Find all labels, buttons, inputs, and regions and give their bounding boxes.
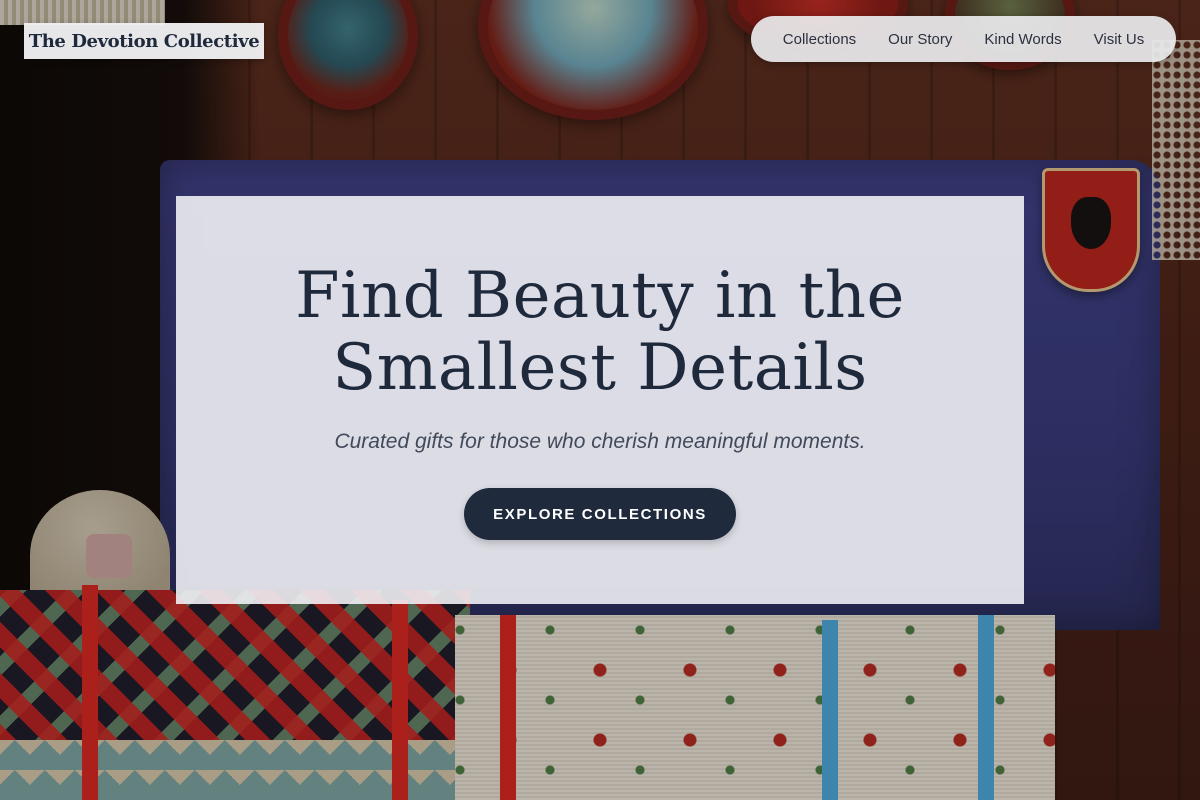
brand-logo[interactable]: The Devotion Collective xyxy=(24,23,264,59)
main-navigation: Collections Our Story Kind Words Visit U… xyxy=(751,16,1176,62)
nav-link-our-story[interactable]: Our Story xyxy=(888,31,952,48)
hero-title: Find Beauty in the Smallest Details xyxy=(176,260,1024,404)
brand-name: The Devotion Collective xyxy=(28,30,260,52)
hero-title-line-2: Smallest Details xyxy=(332,331,868,405)
nav-link-visit-us[interactable]: Visit Us xyxy=(1094,31,1145,48)
explore-collections-button[interactable]: EXPLORE COLLECTIONS xyxy=(464,488,736,540)
hero-card: Find Beauty in the Smallest Details Cura… xyxy=(176,196,1024,604)
hero-title-line-1: Find Beauty in the xyxy=(295,259,905,333)
nav-link-kind-words[interactable]: Kind Words xyxy=(984,31,1061,48)
nav-link-collections[interactable]: Collections xyxy=(783,31,856,48)
hero-subtitle: Curated gifts for those who cherish mean… xyxy=(334,430,866,453)
